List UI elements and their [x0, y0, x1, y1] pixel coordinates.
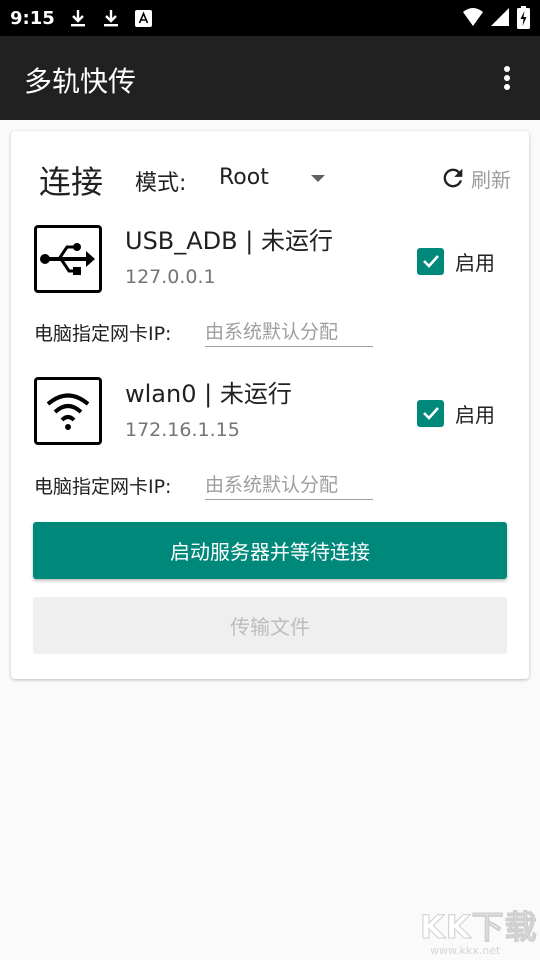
device-name: USB_ADB | 未运行 — [125, 227, 333, 255]
nic-ip-label: 电脑指定网卡IP: — [34, 476, 172, 498]
signal-wifi-icon — [463, 8, 483, 26]
enable-checkbox[interactable]: 启用 — [417, 399, 495, 427]
nic-ip-label: 电脑指定网卡IP: — [34, 323, 172, 345]
status-bar: 9:15 — [0, 0, 540, 36]
signal-cell-icon — [491, 8, 509, 26]
mode-label: 模式: — [135, 171, 187, 196]
enable-checkbox[interactable]: 启用 — [417, 247, 495, 275]
connection-title: 连接 — [39, 163, 104, 201]
device-ip: 127.0.0.1 — [125, 266, 216, 288]
mode-select[interactable]: Root — [219, 165, 269, 190]
watermark-logo: KK下载 — [420, 908, 538, 947]
device-ip: 172.16.1.15 — [125, 419, 240, 441]
transfer-files-button: 传输文件 — [33, 597, 507, 654]
dropdown-arrow-icon[interactable] — [311, 175, 325, 182]
enable-label: 启用 — [455, 250, 495, 275]
start-server-button[interactable]: 启动服务器并等待连接 — [33, 522, 507, 579]
font-a-icon — [135, 10, 152, 27]
more-vert-icon[interactable] — [504, 66, 512, 92]
app-title: 多轨快传 — [24, 65, 137, 98]
nic-ip-placeholder: 由系统默认分配 — [205, 474, 339, 496]
refresh-button[interactable]: 刷新 — [439, 163, 511, 193]
watermark: KK下载 www.kkx.net — [420, 902, 538, 958]
status-time: 9:15 — [10, 8, 55, 29]
connection-card: 连接 模式: Root 刷新 USB_ADB | 未运行 127.0.0.1 启… — [11, 131, 529, 679]
download-icon — [104, 10, 118, 27]
download-icon — [71, 10, 85, 27]
battery-charging-icon — [517, 6, 530, 29]
nic-ip-input[interactable]: 由系统默认分配 — [205, 315, 373, 347]
refresh-icon — [443, 168, 463, 188]
usb-icon — [34, 225, 102, 293]
device-name: wlan0 | 未运行 — [125, 380, 292, 408]
nic-ip-input[interactable]: 由系统默认分配 — [205, 468, 373, 500]
app-bar: 多轨快传 — [0, 36, 540, 120]
wifi-icon — [34, 377, 102, 445]
checkbox-checked-icon — [417, 399, 444, 427]
enable-label: 启用 — [455, 402, 495, 427]
refresh-label: 刷新 — [471, 167, 511, 192]
checkbox-checked-icon — [417, 247, 444, 275]
nic-ip-placeholder: 由系统默认分配 — [205, 321, 339, 343]
watermark-url: www.kkx.net — [430, 944, 501, 957]
